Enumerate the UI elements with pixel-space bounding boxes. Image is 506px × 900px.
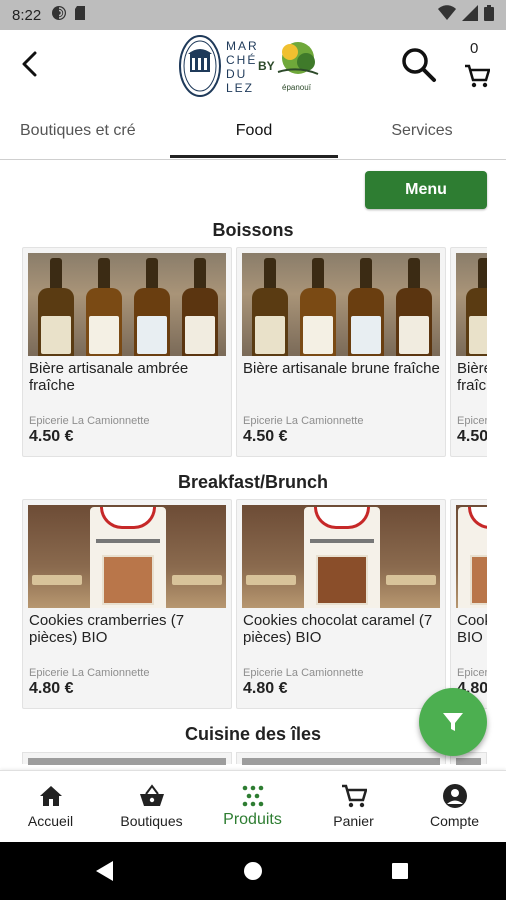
product-card[interactable]: Bière artisanale brune fraîche Epicerie … [236, 247, 446, 457]
header-cart-button[interactable] [464, 64, 491, 88]
square-recents-icon [392, 863, 408, 879]
product-shop: Epicerie La Camionnette [29, 415, 150, 427]
product-price: 4.50 € [457, 428, 487, 445]
search-button[interactable] [400, 46, 438, 84]
home-icon [40, 786, 62, 806]
status-time: 8:22 [12, 6, 42, 24]
tab-boutiques[interactable]: Boutiques et cré [0, 102, 168, 159]
svg-text:MAR: MAR [226, 39, 259, 53]
arrow-back-icon [22, 51, 37, 77]
product-name: Cookies cramberries (7 pièces) BIO [29, 612, 185, 646]
account-icon [443, 784, 467, 808]
product-price: 4.50 € [29, 428, 74, 445]
section-title-breakfast: Breakfast/Brunch [177, 472, 329, 492]
nav-label: Accueil [27, 813, 74, 829]
tab-food[interactable]: Food [170, 102, 338, 159]
nav-label: Boutiques [120, 813, 183, 829]
product-card[interactable]: Cookies chocolat caramel (7 pièces) BIO … [236, 499, 446, 709]
back-button[interactable] [14, 48, 46, 80]
svg-text:BY: BY [258, 59, 275, 73]
product-image [28, 253, 226, 356]
product-shop: Epicerie La Camionnette [457, 667, 487, 679]
basket-icon [140, 784, 164, 806]
product-card[interactable] [22, 752, 232, 765]
triangle-back-icon [96, 861, 113, 881]
product-image [456, 505, 487, 608]
product-card[interactable]: Cookies chocolat (7 pièces) BIO Epicerie… [450, 499, 487, 709]
svg-text:épanouï: épanouï [282, 83, 312, 92]
filter-fab[interactable] [419, 688, 487, 756]
nav-item-compte[interactable]: Compte [404, 771, 505, 843]
filter-icon [443, 713, 463, 731]
nav-label: Produits [223, 811, 282, 828]
product-image [456, 253, 487, 356]
nav-item-boutiques[interactable]: Boutiques [101, 771, 202, 843]
app-header: MAR CHÉ DU LEZ BY épanouï 0 [0, 30, 506, 102]
menu-button[interactable]: Menu [365, 171, 487, 209]
tab-label: Food [235, 121, 273, 139]
search-icon [402, 48, 436, 82]
product-name: Cookies chocolat caramel (7 pièces) BIO [243, 612, 433, 646]
product-card[interactable]: Cookies cramberries (7 pièces) BIO Epice… [22, 499, 232, 709]
nav-item-accueil[interactable]: Accueil [0, 771, 101, 843]
marche-du-lez-logo: MAR CHÉ DU LEZ BY épanouï [178, 32, 328, 100]
bottom-navigation: Accueil Boutiques Produits Panier Compte [0, 770, 506, 842]
circle-home-icon [244, 862, 262, 880]
nav-item-produits[interactable]: Produits [202, 771, 303, 843]
signal-icon [462, 4, 478, 26]
product-image [242, 253, 440, 356]
product-row-boissons[interactable]: Bière artisanale ambrée fraîche Epicerie… [22, 247, 487, 459]
product-shop: Epicerie La Camionnette [243, 415, 364, 427]
section-title-boissons: Boissons [212, 220, 294, 240]
system-home-button[interactable] [238, 856, 268, 886]
nav-label: Compte [429, 813, 480, 829]
product-name: Cookies chocolat (7 pièces) BIO [457, 612, 487, 646]
product-row-breakfast[interactable]: Cookies cramberries (7 pièces) BIO Epice… [22, 499, 487, 711]
system-recents-button[interactable] [385, 856, 415, 886]
tab-label: Services [391, 121, 453, 139]
tab-indicator [170, 155, 338, 158]
grid-dots-icon [242, 785, 264, 807]
tab-services[interactable]: Services [338, 102, 506, 159]
product-price: 4.80 € [243, 680, 288, 697]
cart-icon [342, 784, 367, 808]
system-navigation-bar [0, 842, 506, 900]
svg-text:DU: DU [226, 67, 247, 81]
pocket-casts-icon [51, 5, 67, 26]
product-row-cuisine[interactable] [0, 752, 506, 765]
product-price: 4.80 € [29, 680, 74, 697]
product-image [28, 505, 226, 608]
product-name: Bière artisanale blanche fraîche [457, 360, 487, 394]
product-name: Bière artisanale ambrée fraîche [29, 360, 189, 394]
nav-label: Panier [333, 813, 374, 829]
product-price: 4.50 € [243, 428, 288, 445]
svg-text:LEZ: LEZ [226, 81, 254, 95]
product-card[interactable] [236, 752, 446, 765]
sd-card-icon [73, 5, 87, 26]
product-card[interactable]: Bière artisanale ambrée fraîche Epicerie… [22, 247, 232, 457]
product-card[interactable]: Bière artisanale blanche fraîche Epiceri… [450, 247, 487, 457]
cart-count-badge: 0 [470, 40, 479, 57]
product-image [242, 505, 440, 608]
svg-text:CHÉ: CHÉ [226, 52, 257, 67]
product-shop: Epicerie La Camionnette [243, 667, 364, 679]
product-name: Bière artisanale brune fraîche [243, 360, 440, 377]
category-tabs: Boutiques et cré Food Services [0, 102, 506, 160]
cart-icon [465, 64, 491, 88]
nav-item-panier[interactable]: Panier [303, 771, 404, 843]
battery-icon [484, 4, 494, 26]
status-bar: 8:22 [0, 0, 506, 30]
wifi-icon [438, 4, 456, 26]
product-shop: Epicerie La Camionnette [29, 667, 150, 679]
system-back-button[interactable] [90, 856, 120, 886]
product-shop: Epicerie La Camionnette [457, 415, 487, 427]
tab-label: Boutiques et cré [20, 121, 136, 139]
